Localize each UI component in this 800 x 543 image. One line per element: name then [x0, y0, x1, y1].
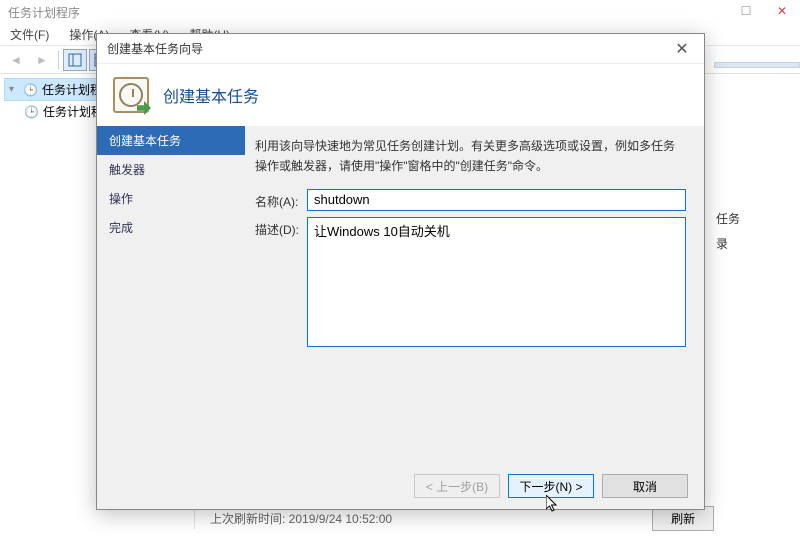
dialog-body: 创建基本任务 触发器 操作 完成 利用该向导快速地为常见任务创建计划。有关更多高… [97, 126, 704, 463]
dialog-titlebar[interactable]: 创建基本任务向导 ✕ [97, 34, 704, 64]
name-label: 名称(A): [255, 189, 307, 211]
right-link-1[interactable]: 任务 [716, 210, 794, 227]
menu-file[interactable]: 文件(F) [4, 24, 55, 45]
wizard-step-action[interactable]: 操作 [97, 184, 245, 213]
panes-icon [68, 53, 82, 67]
dialog-header: 创建基本任务 [97, 64, 704, 126]
library-icon: 🕒 [24, 105, 39, 119]
last-refresh-label: 上次刷新时间: 2019/9/24 10:52:00 [210, 510, 392, 527]
dialog-close-button[interactable]: ✕ [662, 35, 702, 63]
minimize-button[interactable] [692, 0, 728, 22]
header-strip [714, 62, 800, 68]
name-row: 名称(A): [255, 189, 686, 211]
arrow-right-icon: ► [36, 53, 48, 67]
close-icon: ✕ [675, 39, 688, 59]
arrow-left-icon: ◄ [10, 53, 22, 67]
main-title: 任务计划程序 [8, 4, 80, 21]
wizard-step-trigger[interactable]: 触发器 [97, 155, 245, 184]
maximize-button[interactable]: ☐ [728, 0, 764, 22]
dialog-footer: < 上一步(B) 下一步(N) > 取消 [97, 463, 704, 509]
actions-panel: 任务 录 [710, 74, 800, 529]
dialog-title: 创建基本任务向导 [107, 40, 203, 57]
wizard-step-finish[interactable]: 完成 [97, 213, 245, 242]
main-titlebar: 任务计划程序 ☐ ✕ [0, 0, 800, 24]
intro-text: 利用该向导快速地为常见任务创建计划。有关更多高级选项或设置，例如多任务操作或触发… [255, 136, 686, 177]
toolbar-btn-1[interactable] [63, 49, 87, 71]
nav-forward-button[interactable]: ► [30, 49, 54, 71]
wizard-step-create[interactable]: 创建基本任务 [97, 126, 245, 155]
wizard-content: 利用该向导快速地为常见任务创建计划。有关更多高级选项或设置，例如多任务操作或触发… [245, 126, 704, 463]
expand-icon[interactable]: ▾ [9, 84, 19, 95]
arrow-overlay-icon [137, 101, 151, 115]
task-clock-icon [113, 77, 149, 113]
back-button: < 上一步(B) [414, 474, 500, 498]
desc-row: 描述(D): [255, 217, 686, 347]
nav-back-button[interactable]: ◄ [4, 49, 28, 71]
toolbar-separator [58, 51, 59, 69]
desc-label: 描述(D): [255, 217, 307, 347]
task-name-input[interactable] [307, 189, 686, 211]
close-button[interactable]: ✕ [764, 0, 800, 22]
create-basic-task-wizard-dialog: 创建基本任务向导 ✕ 创建基本任务 创建基本任务 触发器 操作 完成 利用该向导… [96, 33, 705, 510]
cancel-button[interactable]: 取消 [602, 474, 688, 498]
next-button[interactable]: 下一步(N) > [508, 474, 594, 498]
wizard-steps-nav: 创建基本任务 触发器 操作 完成 [97, 126, 245, 463]
dialog-header-text: 创建基本任务 [163, 83, 259, 107]
clock-icon: 🕒 [23, 83, 38, 97]
window-controls: ☐ ✕ [692, 0, 800, 22]
right-link-2[interactable]: 录 [716, 235, 794, 252]
task-description-input[interactable] [307, 217, 686, 347]
